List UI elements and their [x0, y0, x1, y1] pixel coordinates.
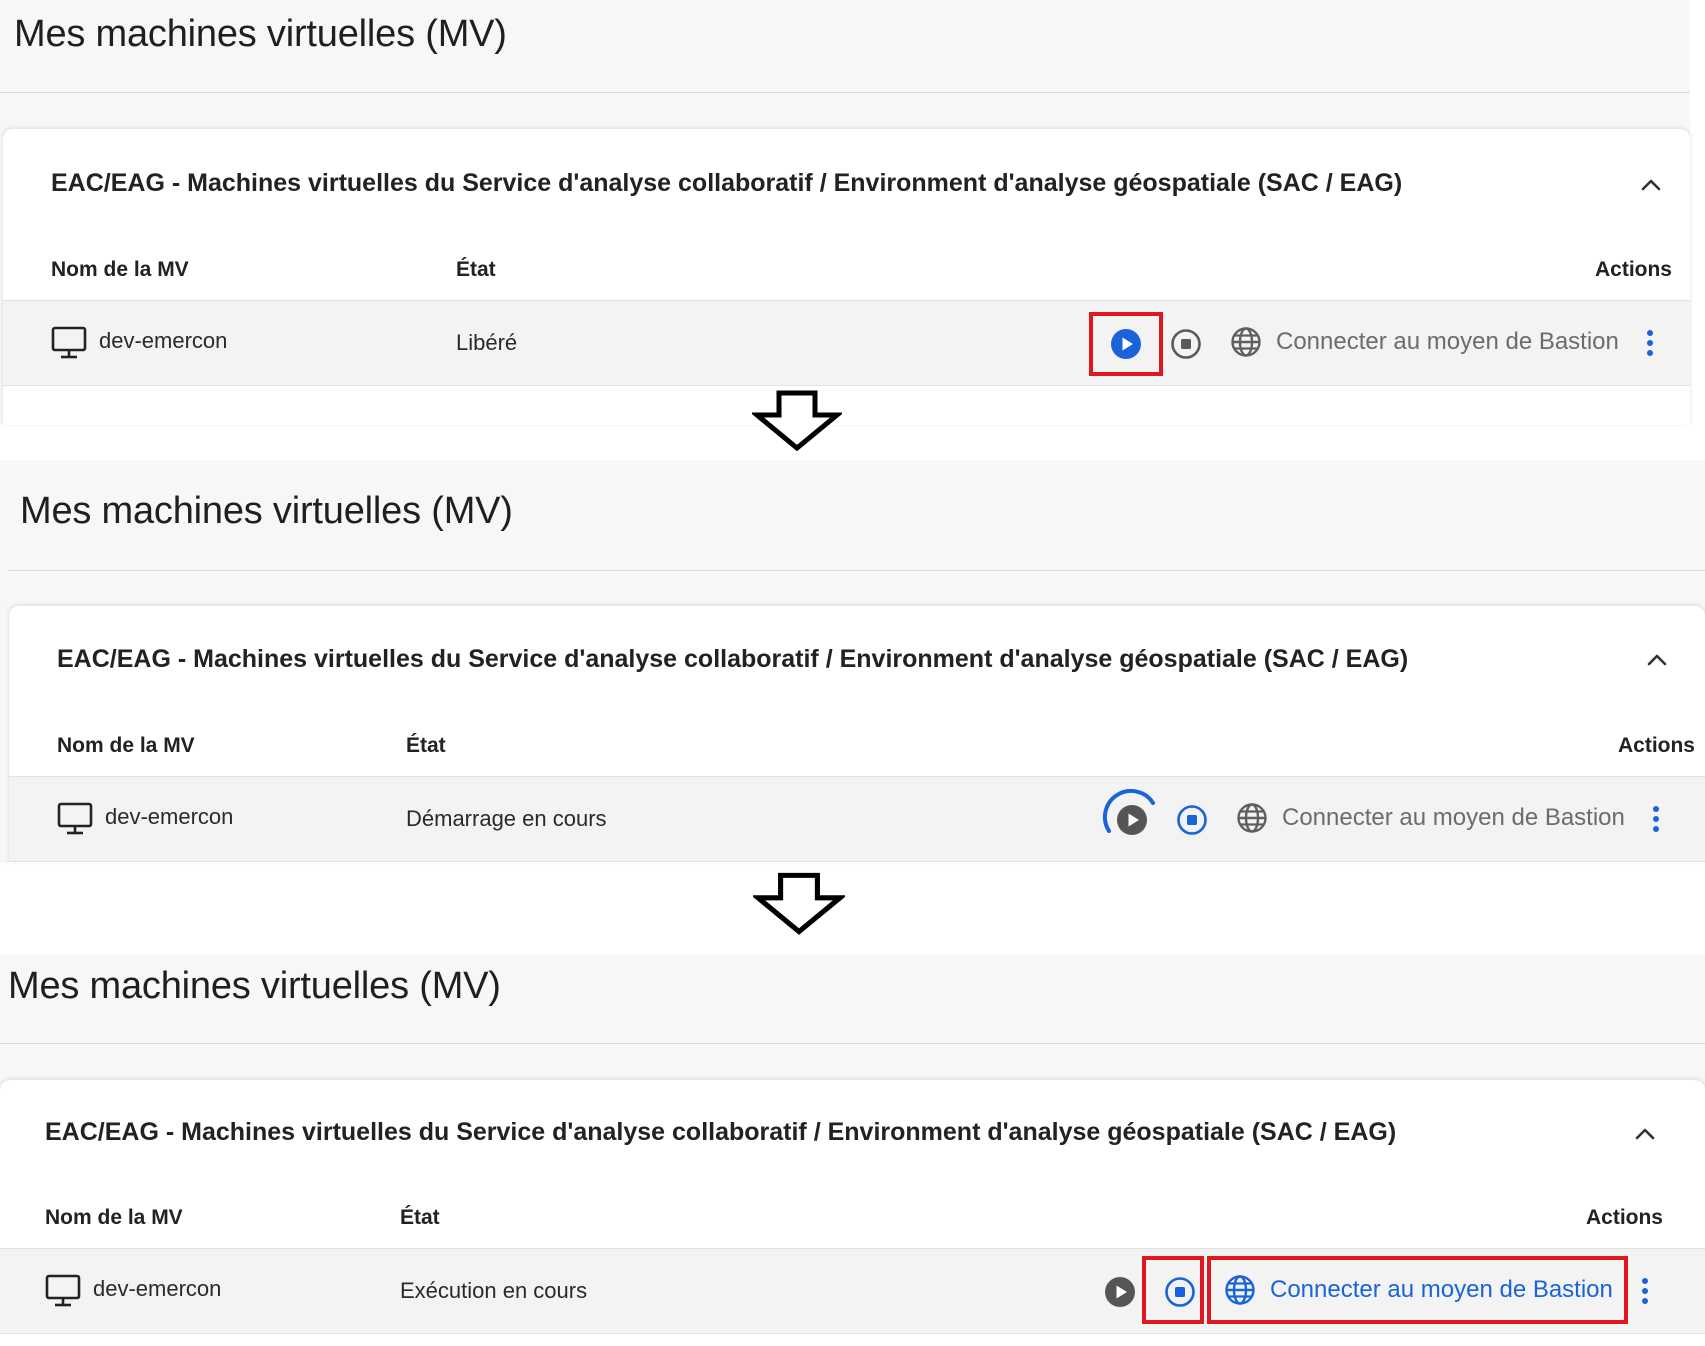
- title-divider: [8, 570, 1705, 571]
- title-divider: [0, 1043, 1705, 1044]
- vm-name: dev-emercon: [93, 1276, 222, 1301]
- column-header-actions: Actions: [1594, 258, 1672, 281]
- stop-circle-icon[interactable]: [1176, 804, 1208, 836]
- vm-card: EAC/EAG - Machines virtuelles du Service…: [0, 1080, 1705, 1346]
- down-arrow-icon: [752, 390, 842, 452]
- monitor-icon: [57, 802, 93, 835]
- globe-icon: [1231, 327, 1261, 357]
- column-header-name: Nom de la MV: [45, 1206, 183, 1229]
- column-header-name: Nom de la MV: [57, 734, 195, 757]
- vm-state: Démarrage en cours: [406, 806, 607, 831]
- page-title: Mes machines virtuelles (MV): [20, 490, 513, 532]
- vm-name: dev-emercon: [105, 804, 234, 829]
- card-title: EAC/EAG - Machines virtuelles du Service…: [51, 169, 1403, 197]
- page-title: Mes machines virtuelles (MV): [8, 965, 501, 1007]
- bastion-button-highlight: [1207, 1256, 1628, 1324]
- table-row: dev-emercon Libéré Connecter au moyen de…: [3, 300, 1690, 386]
- card-title: EAC/EAG - Machines virtuelles du Service…: [57, 645, 1409, 673]
- vm-card: EAC/EAG - Machines virtuelles du Service…: [3, 129, 1690, 425]
- globe-icon: [1237, 803, 1267, 833]
- table-row: dev-emercon Exécution en cours Connecter…: [0, 1248, 1705, 1334]
- column-header-actions: Actions: [1617, 734, 1695, 757]
- screenshot-panel-3: Mes machines virtuelles (MV) EAC/EAG - M…: [0, 955, 1705, 1346]
- column-header-actions: Actions: [1585, 1206, 1663, 1229]
- play-circle-icon[interactable]: [1104, 1276, 1136, 1308]
- title-divider: [0, 92, 1690, 93]
- monitor-icon: [45, 1274, 81, 1307]
- vm-state: Libéré: [456, 330, 518, 355]
- bastion-label: Connecter au moyen de Bastion: [1282, 804, 1625, 831]
- page-title: Mes machines virtuelles (MV): [14, 13, 507, 55]
- vm-state: Exécution en cours: [400, 1278, 588, 1303]
- table-row: dev-emercon Démarrage en cours Connecter…: [9, 776, 1705, 862]
- chevron-up-icon[interactable]: [1637, 171, 1665, 199]
- start-button-highlight: [1089, 312, 1163, 376]
- stop-button-highlight: [1142, 1256, 1204, 1324]
- chevron-up-icon[interactable]: [1643, 646, 1671, 674]
- kebab-menu-icon[interactable]: [1651, 805, 1661, 833]
- monitor-icon: [51, 326, 87, 359]
- play-circle-icon[interactable]: [1116, 804, 1148, 836]
- bastion-label: Connecter au moyen de Bastion: [1276, 328, 1619, 355]
- column-header-name: Nom de la MV: [51, 258, 189, 281]
- bastion-connect-button[interactable]: Connecter au moyen de Bastion: [1236, 802, 1625, 834]
- column-header-state: État: [456, 258, 496, 281]
- chevron-up-icon[interactable]: [1631, 1120, 1659, 1148]
- kebab-menu-icon[interactable]: [1645, 329, 1655, 357]
- vm-name: dev-emercon: [99, 328, 228, 353]
- stop-circle-icon[interactable]: [1170, 328, 1202, 360]
- screenshot-panel-1: Mes machines virtuelles (MV) EAC/EAG - M…: [0, 0, 1705, 425]
- screenshot-panel-2: Mes machines virtuelles (MV) EAC/EAG - M…: [0, 460, 1705, 863]
- bastion-connect-button[interactable]: Connecter au moyen de Bastion: [1230, 326, 1619, 358]
- column-header-state: État: [400, 1206, 440, 1229]
- kebab-menu-icon[interactable]: [1640, 1277, 1650, 1305]
- down-arrow-icon: [753, 872, 845, 935]
- card-title: EAC/EAG - Machines virtuelles du Service…: [45, 1118, 1397, 1146]
- column-header-state: État: [406, 734, 446, 757]
- vm-card: EAC/EAG - Machines virtuelles du Service…: [9, 606, 1705, 863]
